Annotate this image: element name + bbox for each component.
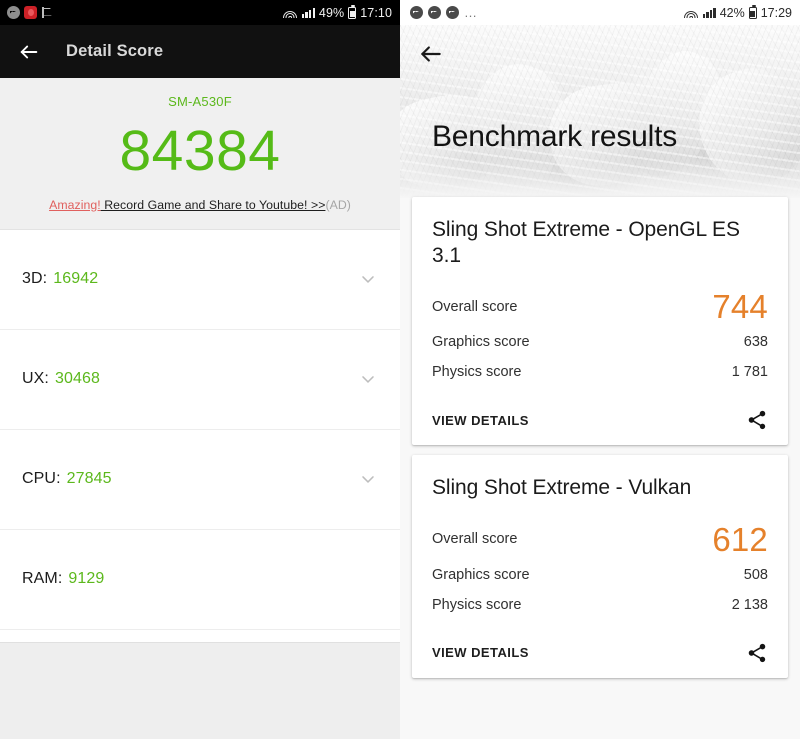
left-phone-screen: 49% 17:10 Detail Score SM-A530F 84384 Am… [0,0,400,739]
score-row-value: 9129 [68,570,105,588]
share-icon[interactable] [746,409,768,431]
card-actions: VIEW DETAILS [432,409,768,431]
notification-overflow-label: … [464,5,478,20]
physics-score-row: Physics score 2 138 [432,590,768,620]
score-row-value: 27845 [66,470,112,488]
left-status-bar: 49% 17:10 [0,0,400,25]
card-actions: VIEW DETAILS [432,642,768,664]
physics-score-label: Physics score [432,364,522,381]
chevron-down-icon[interactable] [358,369,378,389]
graphics-score-label: Graphics score [432,334,530,351]
wifi-icon [684,7,699,19]
benchmark-card-vulkan: Sling Shot Extreme - Vulkan Overall scor… [412,455,788,678]
ad-main-text: Record Game and Share to Youtube! >> [100,197,326,212]
benchmark-cards-list: Sling Shot Extreme - OpenGL ES 3.1 Overa… [400,197,800,678]
benchmark-hero-banner: Benchmark results [400,25,800,198]
battery-icon [748,4,757,19]
page-title: Detail Score [66,42,164,60]
left-status-notification-icons [7,6,53,19]
score-row-cpu[interactable]: CPU: 27845 [0,430,400,530]
left-app-bar: Detail Score [0,25,400,78]
graphics-score-row: Graphics score 638 [432,327,768,357]
wifi-icon [283,7,298,19]
score-row-ram[interactable]: RAM: 9129 [0,530,400,630]
back-arrow-icon[interactable] [418,41,444,67]
overall-score-label: Overall score [432,298,518,315]
overall-score-row: Overall score 744 [432,288,768,327]
score-row-3d[interactable]: 3D: 16942 [0,230,400,330]
physics-score-row: Physics score 1 781 [432,357,768,387]
score-row-label: UX: [22,370,49,388]
clock-label: 17:10 [360,5,392,20]
left-bottom-placeholder [0,642,400,739]
battery-icon [348,4,357,19]
clock-label: 17:29 [760,5,792,20]
right-status-bar: … 42% 17:29 [400,0,800,25]
chevron-down-icon[interactable] [358,469,378,489]
benchmark-title: Sling Shot Extreme - OpenGL ES 3.1 [432,218,740,267]
graphics-score-value: 638 [743,334,768,351]
left-status-system-icons: 49% 17:10 [283,4,392,20]
overall-score-value: 612 [712,520,768,558]
cellular-signal-icon [702,7,716,18]
score-row-label: 3D: [22,270,48,288]
benchmark-scores: Overall score 744 Graphics score 638 Phy… [432,288,768,387]
benchmark-card-opengl: Sling Shot Extreme - OpenGL ES 3.1 Overa… [412,197,788,446]
messenger-icon [7,6,20,19]
score-row-value: 30468 [54,370,100,388]
right-status-notification-icons: … [410,6,478,19]
score-row-value: 16942 [53,270,99,288]
physics-score-label: Physics score [432,596,522,613]
benchmark-title: Sling Shot Extreme - Vulkan [432,476,692,500]
overall-score-row: Overall score 612 [432,521,768,560]
messenger-icon [410,6,423,19]
overall-score-value: 744 [712,288,768,326]
total-score-hero: SM-A530F 84384 Amazing! Record Game and … [0,78,400,230]
share-icon[interactable] [746,642,768,664]
ad-banner[interactable]: Amazing! Record Game and Share to Youtub… [0,198,400,212]
view-details-button[interactable]: VIEW DETAILS [432,645,529,660]
page-title: Benchmark results [432,120,678,153]
score-row-ux[interactable]: UX: 30468 [0,330,400,430]
chevron-down-icon[interactable] [358,269,378,289]
messenger-icon [428,6,441,19]
back-arrow-icon[interactable] [18,41,40,63]
graphics-score-row: Graphics score 508 [432,560,768,590]
graphics-score-label: Graphics score [432,566,530,583]
ad-tag-label: (AD) [325,197,351,212]
device-model-label: SM-A530F [168,94,232,109]
ad-highlight-text: Amazing! [49,197,101,212]
graphics-score-value: 508 [743,566,768,583]
score-row-label: RAM: [22,570,63,588]
physics-score-value: 1 781 [731,364,768,381]
screenshot-root: 49% 17:10 Detail Score SM-A530F 84384 Am… [0,0,800,739]
overall-score-label: Overall score [432,531,518,548]
battery-percent-label: 49% [318,5,345,20]
view-details-button[interactable]: VIEW DETAILS [432,413,529,428]
red-app-icon [24,6,37,19]
physics-score-value: 2 138 [731,596,768,613]
score-breakdown-list: 3D: 16942 UX: 30468 CPU: 27845 RAM: 9129 [0,229,400,630]
battery-percent-label: 42% [719,5,745,20]
benchmark-scores: Overall score 612 Graphics score 508 Phy… [432,521,768,620]
flag-icon [41,6,53,19]
total-score-value: 84384 [119,119,281,183]
right-phone-screen: … 42% 17:29 Benchmark results Sling Shot… [400,0,800,739]
hero-bottom-fade [400,158,800,198]
score-row-label: CPU: [22,470,61,488]
messenger-icon [446,6,459,19]
cellular-signal-icon [301,7,315,18]
right-status-system-icons: 42% 17:29 [684,4,792,20]
